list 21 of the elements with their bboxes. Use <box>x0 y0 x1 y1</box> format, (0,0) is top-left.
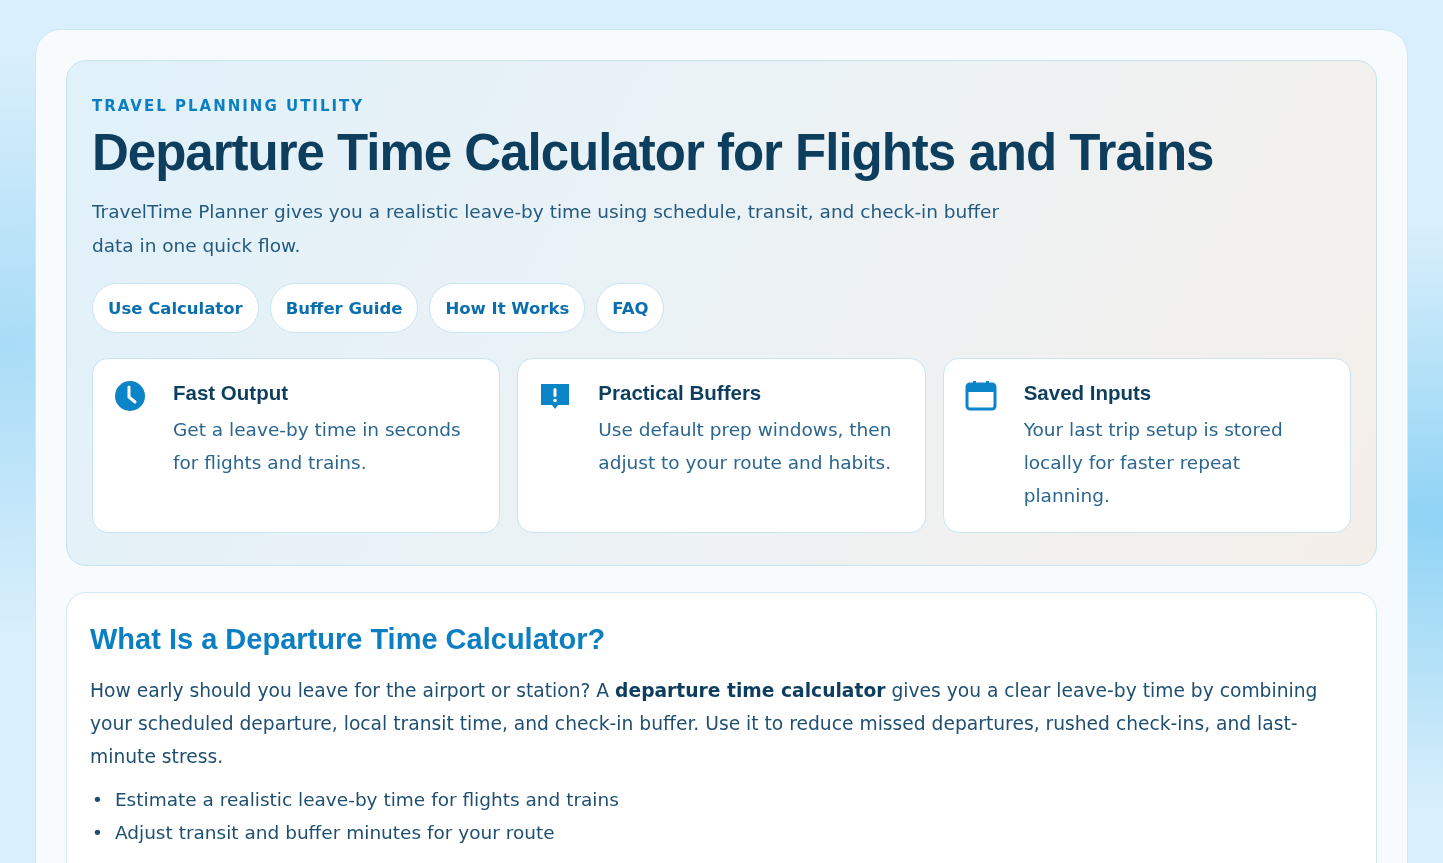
bullet-item: Adjust transit and buffer minutes for your route <box>114 821 555 846</box>
feature-text: Get a leave-by time in seconds for flights and trains. <box>173 418 462 476</box>
clock-icon <box>113 379 147 414</box>
bullet-marker: • <box>92 788 103 813</box>
calendar-icon <box>963 379 998 414</box>
eyebrow-label: TRAVEL PLANNING UTILITY <box>92 97 366 115</box>
nav-link[interactable]: Buffer Guide <box>269 283 419 334</box>
feature-title: Saved Inputs <box>1023 381 1153 406</box>
section-paragraph: How early should you leave for the airport or station? A departure time calculator gives you a clear leave-by time by combining your scheduled departure, local transit time, and check-in buffer. Use it to reduce missed departures, rushed check-ins, and last-minute stress. <box>90 679 1319 770</box>
feature-text: Your last trip setup is stored locally for faster repeat planning. <box>1023 418 1284 509</box>
feature-text: Use default prep windows, then adjust to your route and habits. <box>598 418 893 476</box>
feature-title: Practical Buffers <box>598 381 763 406</box>
bullet-item: Estimate a realistic leave-by time for flights and trains <box>114 788 619 813</box>
feature-title: Fast Output <box>173 381 289 406</box>
bullet-marker: • <box>92 821 103 846</box>
section-heading: What Is a Departure Time Calculator? <box>90 623 607 657</box>
nav-link[interactable]: Use Calculator <box>92 283 259 334</box>
nav-link[interactable]: How It Works <box>429 283 586 334</box>
nav-link[interactable]: FAQ <box>596 283 665 334</box>
intro-text: TravelTime Planner gives you a realistic leave-by time using schedule, transit, and check-in buffer data in one quick flow. <box>92 200 1001 259</box>
page-title: Departure Time Calculator for Flights and Trains <box>92 125 1215 182</box>
